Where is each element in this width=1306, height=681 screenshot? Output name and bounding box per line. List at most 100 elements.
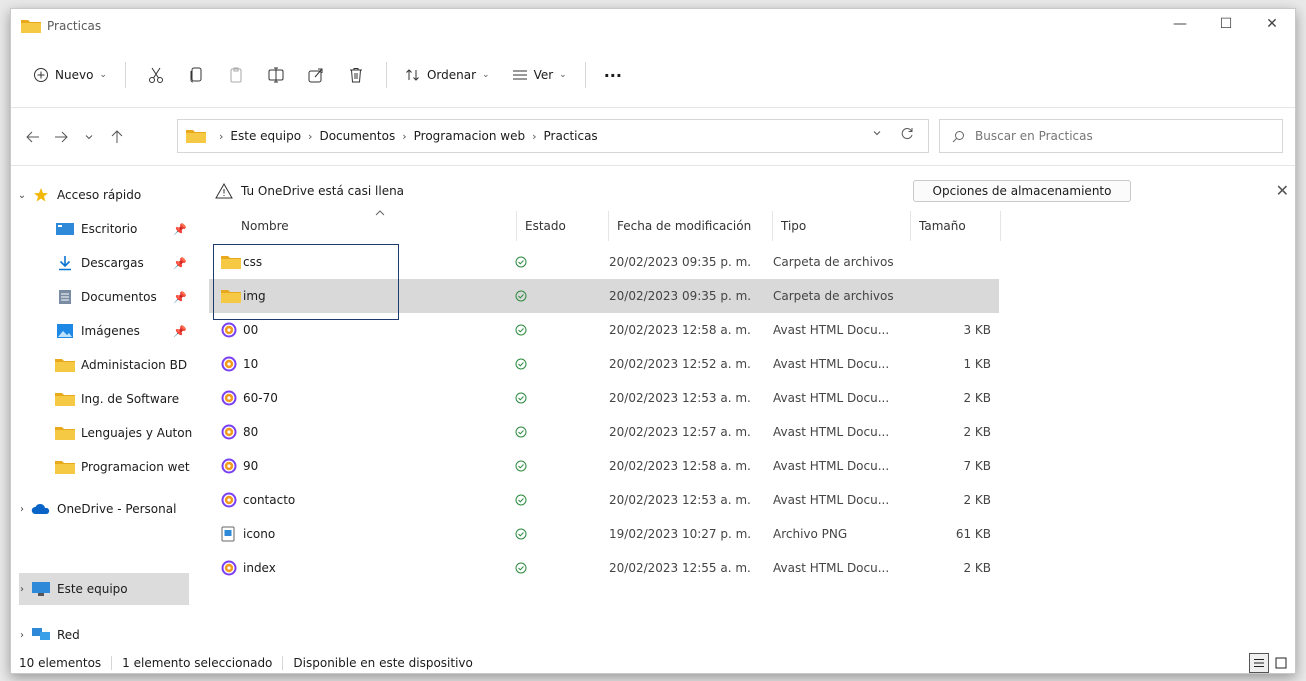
file-size: 2 KB (963, 561, 991, 575)
trash-icon (349, 68, 362, 83)
sidebar-item-documentos[interactable]: Documentos 📌 (19, 281, 197, 313)
paste-button[interactable] (216, 59, 256, 91)
sidebar-item-lenguajes-y-automatas[interactable]: Lenguajes y Auton (19, 417, 197, 449)
sync-status-icon (515, 483, 527, 517)
navigation-row: › Este equipo › Documentos › Programacio… (11, 117, 1295, 157)
breadcrumb-este-equipo[interactable]: Este equipo (230, 129, 301, 143)
maximize-button[interactable]: ☐ (1203, 9, 1249, 39)
refresh-button[interactable] (900, 127, 914, 145)
table-row[interactable]: 80 20/02/2023 12:57 a. m. Avast HTML Doc… (209, 415, 999, 449)
chevron-right-icon[interactable]: › (13, 504, 31, 515)
column-header-status[interactable]: Estado (517, 211, 609, 241)
file-name: index (243, 561, 276, 575)
recent-locations-button[interactable] (75, 123, 103, 151)
chevron-right-icon[interactable]: › (13, 630, 31, 641)
divider (11, 107, 1295, 108)
column-header-size[interactable]: Tamaño (911, 211, 1001, 241)
avast-html-icon (221, 492, 243, 508)
sort-button[interactable]: Ordenar ⌄ (397, 59, 498, 91)
sidebar-item-programacion-web[interactable]: Programacion wet (19, 451, 197, 483)
search-placeholder: Buscar en Practicas (975, 129, 1093, 143)
file-modified: 20/02/2023 12:52 a. m. (609, 357, 751, 371)
sync-status-icon (515, 279, 527, 313)
back-button[interactable] (19, 123, 47, 151)
column-header-modified[interactable]: Fecha de modificación (609, 211, 773, 241)
item-count: 10 elementos (11, 656, 113, 670)
minimize-button[interactable]: — (1157, 9, 1203, 39)
share-button[interactable] (296, 59, 336, 91)
banner-message: Tu OneDrive está casi llena (241, 184, 405, 198)
close-banner-button[interactable]: ✕ (1276, 181, 1289, 200)
file-type: Archivo PNG (773, 527, 848, 541)
new-button[interactable]: Nuevo ⌄ (25, 59, 115, 91)
close-window-button[interactable]: ✕ (1249, 9, 1295, 39)
sidebar-item-descargas[interactable]: Descargas 📌 (19, 247, 197, 279)
sidebar-item-label: Este equipo (57, 582, 128, 596)
table-row[interactable]: index 20/02/2023 12:55 a. m. Avast HTML … (209, 551, 999, 585)
sidebar-item-red[interactable]: › Red (13, 619, 191, 651)
column-header-name[interactable]: Nombre (233, 211, 517, 241)
address-bar[interactable]: › Este equipo › Documentos › Programacio… (177, 119, 929, 153)
file-name: icono (243, 527, 276, 541)
table-row[interactable]: 00 20/02/2023 12:58 a. m. Avast HTML Doc… (209, 313, 999, 347)
file-type: Avast HTML Docu... (773, 323, 890, 337)
folder-icon (55, 425, 75, 441)
pin-icon: 📌 (173, 324, 187, 338)
sidebar-item-administacion-bd[interactable]: Administacion BD (19, 349, 197, 381)
table-row[interactable]: icono 19/02/2023 10:27 p. m. Archivo PNG… (209, 517, 999, 551)
sync-status-icon (515, 245, 527, 279)
list-view-icon (512, 70, 527, 80)
view-button[interactable]: Ver ⌄ (504, 59, 575, 91)
address-history-dropdown[interactable] (872, 128, 882, 141)
details-view-button[interactable] (1249, 653, 1269, 673)
sidebar-item-imagenes[interactable]: Imágenes 📌 (19, 315, 197, 347)
file-type: Avast HTML Docu... (773, 459, 890, 473)
breadcrumb-documentos[interactable]: Documentos (319, 129, 395, 143)
file-modified: 20/02/2023 12:58 a. m. (609, 323, 751, 337)
up-button[interactable] (103, 123, 131, 151)
cut-button[interactable] (136, 59, 176, 91)
sidebar-item-acceso-rapido[interactable]: ⌄ Acceso rápido (13, 179, 191, 211)
file-size: 61 KB (955, 527, 991, 541)
toolbar-divider (584, 62, 586, 88)
table-row[interactable]: 90 20/02/2023 12:58 a. m. Avast HTML Doc… (209, 449, 999, 483)
sidebar-item-este-equipo[interactable]: › Este equipo (19, 573, 189, 605)
file-type: Avast HTML Docu... (773, 357, 890, 371)
folder-icon (55, 391, 75, 407)
file-name: 60-70 (243, 391, 278, 405)
tiles-view-button[interactable] (1271, 653, 1291, 673)
refresh-icon (901, 128, 913, 139)
sidebar-item-label: Red (57, 628, 80, 642)
forward-button[interactable] (47, 123, 75, 151)
sidebar-item-label: Descargas (81, 256, 144, 270)
sync-status-icon (515, 551, 527, 585)
table-row[interactable]: img 20/02/2023 09:35 p. m. Carpeta de ar… (209, 279, 999, 313)
more-options-button[interactable]: ··· (596, 59, 630, 91)
rename-button[interactable] (256, 59, 296, 91)
sidebar-item-label: Acceso rápido (57, 188, 142, 202)
breadcrumb-separator: › (308, 129, 313, 143)
delete-button[interactable] (336, 59, 376, 91)
table-row[interactable]: css 20/02/2023 09:35 p. m. Carpeta de ar… (209, 245, 999, 279)
chevron-right-icon[interactable]: › (13, 584, 31, 595)
file-name: 00 (243, 323, 259, 337)
sidebar-item-escritorio[interactable]: Escritorio 📌 (19, 213, 197, 245)
search-box[interactable]: Buscar en Practicas (939, 119, 1283, 153)
chevron-down-icon[interactable]: ⌄ (13, 190, 31, 201)
storage-options-button[interactable]: Opciones de almacenamiento (913, 180, 1131, 202)
chevron-down-icon (873, 131, 881, 136)
breadcrumb-programacion-web[interactable]: Programacion web (414, 129, 526, 143)
file-modified: 20/02/2023 09:35 p. m. (609, 255, 752, 269)
copy-button[interactable] (176, 59, 216, 91)
file-size: 7 KB (963, 459, 991, 473)
table-row[interactable]: contacto 20/02/2023 12:53 a. m. Avast HT… (209, 483, 999, 517)
file-size: 1 KB (963, 357, 991, 371)
table-row[interactable]: 10 20/02/2023 12:52 a. m. Avast HTML Doc… (209, 347, 999, 381)
divider (11, 165, 1295, 166)
table-row[interactable]: 60-70 20/02/2023 12:53 a. m. Avast HTML … (209, 381, 999, 415)
sidebar-item-ing-de-software[interactable]: Ing. de Software (19, 383, 197, 415)
sidebar-item-onedrive[interactable]: › OneDrive - Personal (13, 493, 191, 525)
file-modified: 20/02/2023 12:57 a. m. (609, 425, 751, 439)
column-header-type[interactable]: Tipo (773, 211, 911, 241)
breadcrumb-practicas[interactable]: Practicas (544, 129, 598, 143)
